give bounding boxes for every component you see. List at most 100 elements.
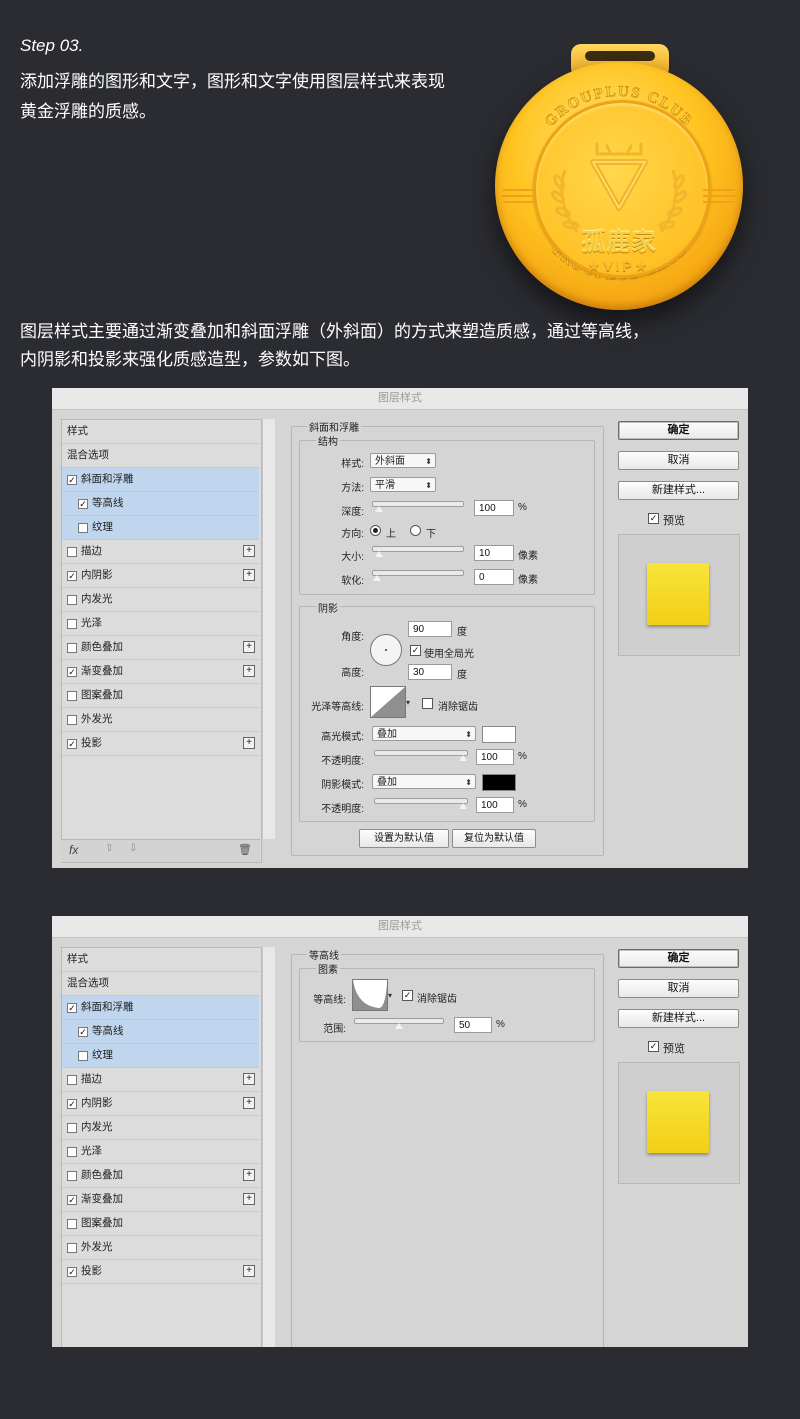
move-up-icon[interactable]: ⇧	[105, 843, 113, 854]
style-list-item[interactable]: 外发光	[62, 1236, 259, 1260]
shadow-opacity-slider[interactable]	[374, 798, 468, 810]
style-item-checkbox[interactable]	[67, 715, 77, 725]
style-list-item[interactable]: 混合选项	[62, 972, 259, 996]
style-item-checkbox[interactable]	[78, 523, 88, 533]
cancel-button[interactable]: 取消	[618, 979, 739, 998]
style-list-item[interactable]: 纹理	[62, 1044, 259, 1068]
shadow-mode-select[interactable]: 叠加 ⬍	[372, 774, 476, 789]
contour-dropdown-icon[interactable]: ▾	[406, 698, 410, 707]
style-list-item[interactable]: 内发光	[62, 1116, 259, 1140]
ok-button[interactable]: 确定	[618, 949, 739, 968]
style-list-item[interactable]: ✓ 投影 +	[62, 732, 259, 756]
style-item-checkbox[interactable]: ✓	[78, 499, 88, 509]
style-item-checkbox[interactable]: ✓	[67, 475, 77, 485]
style-item-checkbox[interactable]	[67, 1123, 77, 1133]
style-list-item[interactable]: 图案叠加	[62, 1212, 259, 1236]
style-item-checkbox[interactable]	[67, 1075, 77, 1085]
size-slider-knob[interactable]	[374, 550, 385, 558]
size-input[interactable]: 10	[474, 545, 514, 561]
highlight-opacity-slider[interactable]	[374, 750, 468, 762]
new-style-button[interactable]: 新建样式...	[618, 1009, 739, 1028]
style-list-item[interactable]: 外发光	[62, 708, 259, 732]
reset-default-button[interactable]: 复位为默认值	[452, 829, 536, 848]
contour-dropdown-icon[interactable]: ▾	[388, 991, 392, 1000]
style-item-checkbox[interactable]: ✓	[67, 1267, 77, 1277]
style-item-checkbox[interactable]: ✓	[67, 571, 77, 581]
ok-button[interactable]: 确定	[618, 421, 739, 440]
style-item-checkbox[interactable]	[67, 1243, 77, 1253]
add-effect-icon[interactable]: +	[243, 569, 255, 581]
altitude-input[interactable]: 30	[408, 664, 452, 680]
style-list-item[interactable]: 混合选项	[62, 444, 259, 468]
style-list-item[interactable]: ✓ 内阴影 +	[62, 564, 259, 588]
range-slider[interactable]	[354, 1018, 444, 1030]
style-item-checkbox[interactable]: ✓	[67, 1099, 77, 1109]
style-list-item[interactable]: ✓ 等高线	[62, 492, 259, 516]
bevel-style-select[interactable]: 外斜面 ⬍	[370, 453, 436, 468]
move-down-icon[interactable]: ⇩	[129, 843, 137, 854]
contour-curve[interactable]	[352, 979, 388, 1011]
new-style-button[interactable]: 新建样式...	[618, 481, 739, 500]
style-list-item[interactable]: 描边 +	[62, 540, 259, 564]
cancel-button[interactable]: 取消	[618, 451, 739, 470]
style-item-checkbox[interactable]	[67, 1171, 77, 1181]
style-list-item[interactable]: 颜色叠加 +	[62, 1164, 259, 1188]
depth-slider[interactable]	[372, 501, 464, 513]
size-slider[interactable]	[372, 546, 464, 558]
style-list-item[interactable]: 内发光	[62, 588, 259, 612]
add-effect-icon[interactable]: +	[243, 1265, 255, 1277]
style-item-checkbox[interactable]: ✓	[67, 1003, 77, 1013]
depth-input[interactable]: 100	[474, 500, 514, 516]
style-list-item[interactable]: ✓ 斜面和浮雕	[62, 996, 259, 1020]
style-item-checkbox[interactable]	[67, 1219, 77, 1229]
highlight-opacity-knob[interactable]	[458, 754, 468, 762]
global-light-checkbox[interactable]: ✓	[410, 645, 421, 656]
technique-select[interactable]: 平滑 ⬍	[370, 477, 436, 492]
make-default-button[interactable]: 设置为默认值	[359, 829, 449, 848]
style-list-item[interactable]: 图案叠加	[62, 684, 259, 708]
range-slider-knob[interactable]	[394, 1022, 404, 1030]
style-list-item[interactable]: 纹理	[62, 516, 259, 540]
shadow-opacity-input[interactable]: 100	[476, 797, 514, 813]
fx-icon[interactable]: fx	[69, 843, 78, 857]
soften-slider[interactable]	[372, 570, 464, 582]
add-effect-icon[interactable]: +	[243, 545, 255, 557]
contour-antialias-checkbox[interactable]: ✓	[402, 990, 413, 1001]
style-list-item[interactable]: 颜色叠加 +	[62, 636, 259, 660]
gloss-antialias-checkbox[interactable]	[422, 698, 433, 709]
style-item-checkbox[interactable]: ✓	[67, 1195, 77, 1205]
style-item-checkbox[interactable]	[78, 1051, 88, 1061]
style-list-item[interactable]: ✓ 斜面和浮雕	[62, 468, 259, 492]
add-effect-icon[interactable]: +	[243, 1193, 255, 1205]
style-item-checkbox[interactable]	[67, 643, 77, 653]
style-list-item[interactable]: 样式	[62, 420, 259, 444]
add-effect-icon[interactable]: +	[243, 1073, 255, 1085]
style-item-checkbox[interactable]	[67, 691, 77, 701]
direction-up-radio[interactable]	[370, 525, 381, 536]
highlight-mode-select[interactable]: 叠加 ⬍	[372, 726, 476, 741]
style-item-checkbox[interactable]: ✓	[78, 1027, 88, 1037]
style-list-item[interactable]: ✓ 渐变叠加 +	[62, 1188, 259, 1212]
angle-dial[interactable]	[370, 634, 402, 666]
style-item-checkbox[interactable]	[67, 547, 77, 557]
style-list-item[interactable]: 光泽	[62, 612, 259, 636]
style-list-item[interactable]: ✓ 渐变叠加 +	[62, 660, 259, 684]
style-list-scrollbar[interactable]	[262, 947, 275, 1347]
style-list-item[interactable]: 描边 +	[62, 1068, 259, 1092]
add-effect-icon[interactable]: +	[243, 665, 255, 677]
add-effect-icon[interactable]: +	[243, 1169, 255, 1181]
highlight-color-swatch[interactable]	[482, 726, 516, 743]
shadow-opacity-knob[interactable]	[458, 802, 468, 810]
style-list-item[interactable]: ✓ 投影 +	[62, 1260, 259, 1284]
range-input[interactable]: 50	[454, 1017, 492, 1033]
direction-down-radio[interactable]	[410, 525, 421, 536]
style-item-checkbox[interactable]: ✓	[67, 667, 77, 677]
style-item-checkbox[interactable]	[67, 619, 77, 629]
style-item-checkbox[interactable]	[67, 595, 77, 605]
depth-slider-knob[interactable]	[374, 505, 385, 513]
add-effect-icon[interactable]: +	[243, 1097, 255, 1109]
style-item-checkbox[interactable]: ✓	[67, 739, 77, 749]
preview-checkbox[interactable]: ✓	[648, 1041, 659, 1052]
highlight-opacity-input[interactable]: 100	[476, 749, 514, 765]
shadow-color-swatch[interactable]	[482, 774, 516, 791]
